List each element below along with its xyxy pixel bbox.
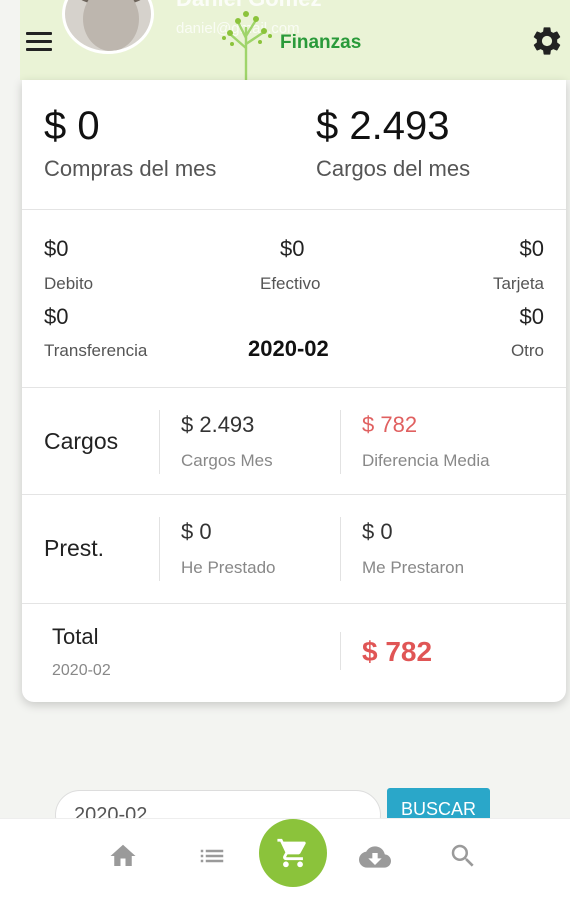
home-icon[interactable] — [108, 841, 138, 871]
cargos-mes-value: $ 2.493 — [181, 412, 255, 437]
avatar[interactable] — [62, 0, 154, 54]
efectivo-value: $0 — [280, 236, 305, 261]
charges-label: Cargos del mes — [316, 156, 471, 181]
monthly-summary: $ 0 Compras del mes $ 2.493 Cargos del m… — [22, 80, 566, 210]
transferencia-value: $0 — [44, 304, 69, 329]
search-icon[interactable] — [448, 841, 478, 871]
otro-label: Otro — [510, 341, 544, 360]
avatar-face — [83, 0, 139, 51]
menu-icon[interactable] — [26, 32, 52, 52]
cargos-mes-label: Cargos Mes — [181, 451, 273, 470]
me-prestaron-label: Me Prestaron — [362, 558, 465, 577]
total-title: Total — [52, 624, 99, 649]
otro-value: $0 — [519, 304, 544, 329]
total-row: Total 2020-02 $ 782 — [22, 604, 566, 702]
he-prestado-label: He Prestado — [181, 558, 276, 577]
cargos-title: Cargos — [44, 428, 119, 454]
brand-title: Finanzas — [280, 32, 362, 53]
summary-card: $ 0 Compras del mes $ 2.493 Cargos del m… — [22, 80, 566, 702]
charges-value: $ 2.493 — [316, 104, 450, 148]
divider — [159, 410, 160, 474]
gear-icon[interactable] — [530, 24, 564, 58]
prest-title: Prest. — [44, 535, 105, 561]
total-period: 2020-02 — [52, 662, 111, 679]
purchases-value: $ 0 — [44, 104, 100, 148]
divider — [159, 517, 160, 581]
transferencia-label: Transferencia — [44, 341, 148, 360]
tree-logo-icon — [222, 11, 272, 80]
divider — [340, 517, 341, 581]
divider — [340, 410, 341, 474]
period-label: 2020-02 — [248, 336, 329, 361]
debito-label: Debito — [44, 274, 94, 293]
payment-methods: $0 Debito $0 Efectivo $0 Tarjeta $0 Tran… — [22, 210, 566, 388]
tarjeta-value: $0 — [519, 236, 544, 261]
tarjeta-label: Tarjeta — [492, 274, 544, 293]
purchases-label: Compras del mes — [44, 156, 217, 181]
prestamos-row: Prest. $ 0 He Prestado $ 0 Me Prestaron — [22, 495, 566, 604]
debito-value: $0 — [44, 236, 69, 261]
cloud-download-icon[interactable] — [356, 841, 394, 873]
he-prestado-value: $ 0 — [181, 519, 212, 544]
cart-icon — [277, 838, 306, 868]
add-purchase-button[interactable] — [259, 819, 327, 887]
list-icon[interactable] — [196, 841, 228, 871]
bottom-nav — [0, 818, 570, 900]
me-prestaron-value: $ 0 — [362, 519, 393, 544]
divider — [340, 632, 341, 670]
diferencia-media-value: $ 782 — [362, 412, 418, 437]
cargos-row: Cargos $ 2.493 Cargos Mes $ 782 Diferenc… — [22, 388, 566, 495]
total-value: $ 782 — [362, 636, 433, 667]
efectivo-label: Efectivo — [260, 274, 321, 293]
diferencia-media-label: Diferencia Media — [362, 451, 490, 470]
